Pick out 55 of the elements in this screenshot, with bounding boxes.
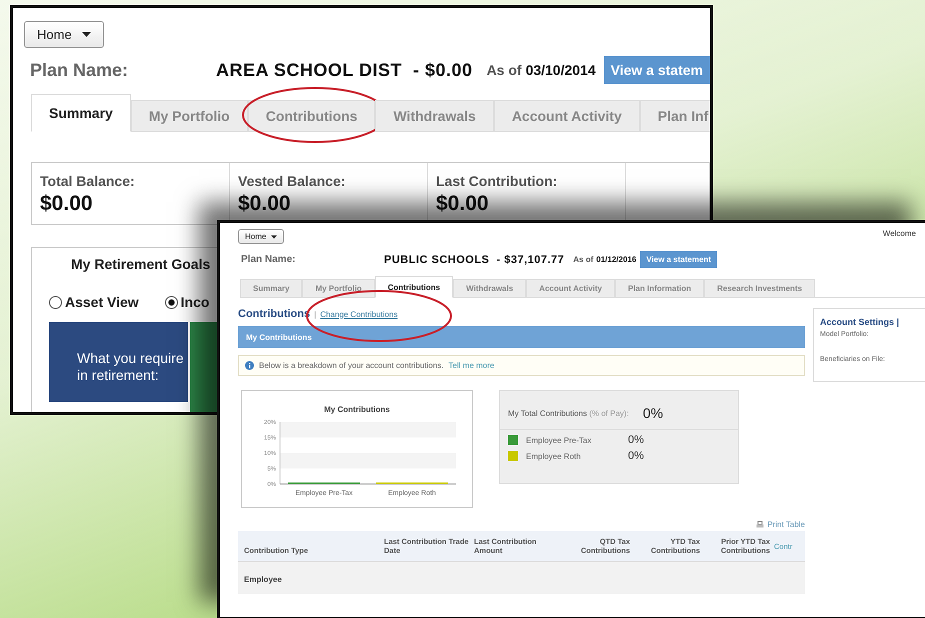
plan-label: Plan Name: xyxy=(30,60,130,80)
info-text: Below is a breakdown of your account contributions. xyxy=(259,361,444,370)
view-statement-button[interactable]: View a statem xyxy=(604,56,710,84)
group-label: Employee xyxy=(244,575,282,584)
separator: | xyxy=(314,310,316,318)
bar-title: My Contributions xyxy=(246,332,312,342)
plan-label: Plan Name: xyxy=(241,254,296,265)
as-of-date: 01/12/2016 xyxy=(596,255,636,264)
chart-title: My Contributions xyxy=(324,405,390,414)
print-table-link[interactable]: Print Table xyxy=(767,520,805,529)
caret-icon xyxy=(271,234,278,238)
tab[interactable]: Summary xyxy=(31,94,131,132)
legend-label: Employee Roth xyxy=(526,452,582,460)
change-contributions-link[interactable]: Change Contributions xyxy=(320,310,398,318)
tab[interactable]: My Portfolio xyxy=(130,100,248,132)
balance-value: $0.00 xyxy=(436,192,489,216)
plan-name: AREA SCHOOL DIST - $0.00 xyxy=(216,60,473,80)
tab[interactable]: Withdrawals xyxy=(375,100,494,132)
home-dropdown[interactable]: Home xyxy=(24,21,104,48)
tab[interactable]: Contributions xyxy=(374,276,454,298)
as-of-date: 03/10/2014 xyxy=(526,62,596,78)
printer-icon xyxy=(756,520,764,528)
tab[interactable]: Account Activity xyxy=(526,279,615,298)
balance-value: $0.00 xyxy=(238,192,291,216)
tab[interactable]: Account Activity xyxy=(494,100,640,132)
balance-value: $0.00 xyxy=(40,192,93,216)
info-icon xyxy=(245,361,254,370)
tell-me-more-link[interactable]: Tell me more xyxy=(448,361,494,370)
totals-value: 0% xyxy=(642,405,664,421)
tab[interactable]: Contributions xyxy=(248,100,376,132)
view-statement-button[interactable]: View a statement xyxy=(640,251,718,268)
legend-value: 0% xyxy=(628,450,645,462)
home-dropdown[interactable]: Home xyxy=(238,229,284,244)
tile-text: What you require in retirement: xyxy=(77,350,185,384)
tab[interactable]: Plan Information xyxy=(615,279,704,298)
tab[interactable]: Summary xyxy=(240,279,302,298)
caret-icon xyxy=(82,32,91,37)
as-of-label: As of xyxy=(573,255,594,264)
account-settings-title: Account Settings | xyxy=(820,317,900,327)
tab[interactable]: Withdrawals xyxy=(453,279,526,298)
tab[interactable]: Research Investments xyxy=(704,279,816,298)
as-of-label: As of xyxy=(486,62,522,78)
legend-label: Employee Pre-Tax xyxy=(526,436,592,444)
totals-label: My Total Contributions (% of Pay): xyxy=(508,408,629,418)
view-radio[interactable]: Asset View xyxy=(49,294,139,310)
plan-name: PUBLIC SCHOOLS - $37,107.77 xyxy=(384,254,564,266)
tab[interactable]: Plan Inf xyxy=(640,100,710,132)
welcome-text: Welcome xyxy=(882,229,916,240)
view-radio[interactable]: Inco xyxy=(164,294,210,310)
balance-label: Vested Balance: xyxy=(238,173,346,189)
balance-label: Last Contribution: xyxy=(436,173,558,189)
balance-label: Total Balance: xyxy=(40,173,136,189)
legend-value: 0% xyxy=(628,434,645,446)
tab[interactable]: My Portfolio xyxy=(302,279,375,298)
goals-title: My Retirement Goals xyxy=(71,256,210,272)
